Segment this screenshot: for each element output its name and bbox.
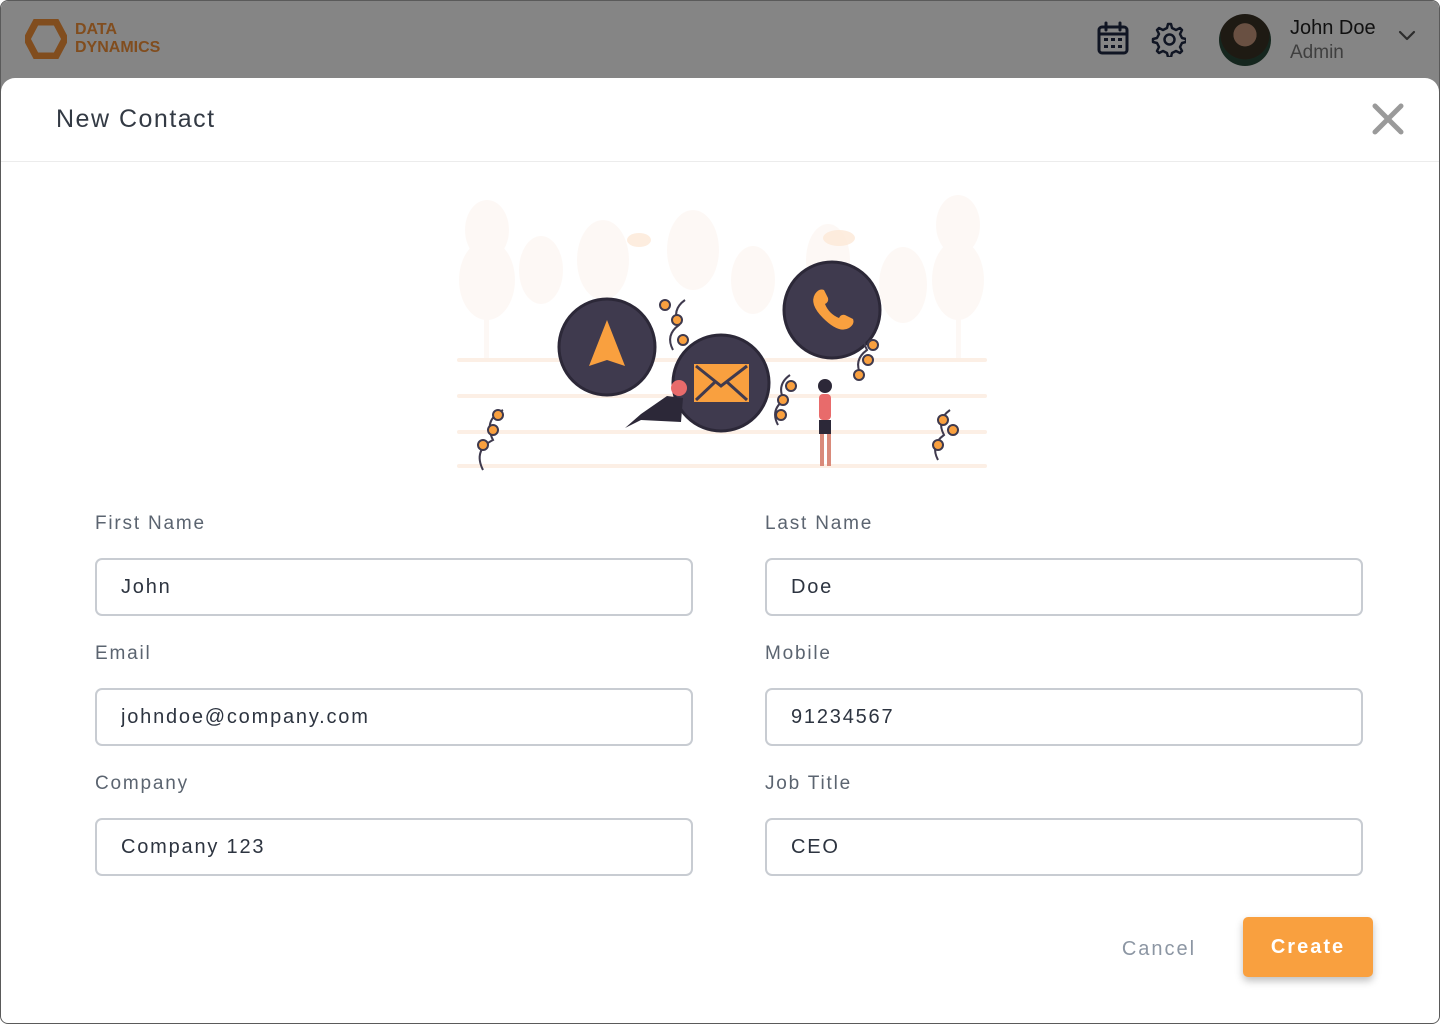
last-name-input[interactable] bbox=[765, 558, 1363, 616]
first-name-label: First Name bbox=[95, 513, 206, 534]
cancel-button[interactable]: Cancel bbox=[1109, 921, 1209, 977]
company-input[interactable] bbox=[95, 818, 693, 876]
email-label: Email bbox=[95, 643, 152, 664]
modal-header: New Contact bbox=[1, 78, 1439, 162]
email-input[interactable] bbox=[95, 688, 693, 746]
mobile-label: Mobile bbox=[765, 643, 832, 664]
new-contact-modal: New Contact First Name John Last Name Do… bbox=[1, 78, 1439, 1023]
standing-person bbox=[818, 379, 832, 466]
company-label: Company bbox=[95, 773, 189, 794]
create-button[interactable]: Create bbox=[1243, 917, 1373, 977]
close-icon[interactable] bbox=[1371, 102, 1405, 136]
mail-icon bbox=[671, 333, 771, 433]
phone-icon bbox=[782, 260, 882, 360]
first-name-input[interactable] bbox=[95, 558, 693, 616]
navigation-icon bbox=[557, 297, 657, 397]
mobile-input[interactable] bbox=[765, 688, 1363, 746]
modal-title: New Contact bbox=[56, 105, 216, 133]
job-title-input[interactable] bbox=[765, 818, 1363, 876]
job-title-label: Job Title bbox=[765, 773, 852, 794]
app-window: DATA DYNAMICS John Doe Admin New Contact… bbox=[0, 0, 1440, 1024]
contact-illustration bbox=[457, 195, 987, 471]
last-name-label: Last Name bbox=[765, 513, 874, 534]
